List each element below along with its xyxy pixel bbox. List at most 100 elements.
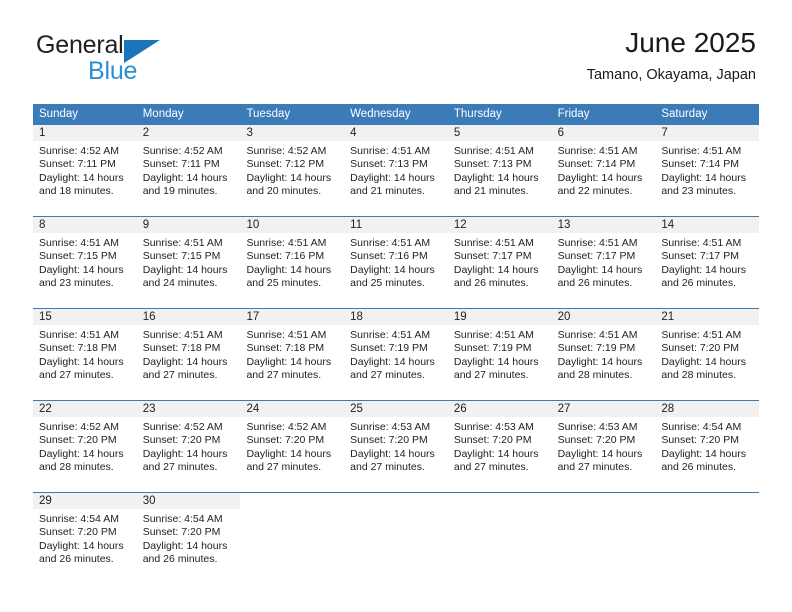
daylight-text-line1: Daylight: 14 hours — [661, 447, 746, 460]
day-cell-15[interactable]: 15 Sunrise: 4:51 AM Sunset: 7:18 PM Dayligh… — [33, 309, 137, 400]
day-cell-30[interactable]: 30 Sunrise: 4:54 AM Sunset: 7:20 PM Dayligh… — [136, 493, 241, 584]
sunset-text: Sunset: 7:18 PM — [142, 342, 221, 355]
sunset-text: Sunset: 7:16 PM — [350, 250, 428, 263]
day-cell-12[interactable]: 12 Sunrise: 4:51 AM Sunset: 7:17 PM Dayligh… — [447, 217, 552, 308]
day-details: Sunrise: 4:51 AM Sunset: 7:18 PM Daylight:… — [137, 325, 241, 383]
sunrise-text: Sunrise: 4:52 AM — [39, 421, 119, 433]
day-details: Sunrise: 4:51 AM Sunset: 7:15 PM Daylight:… — [137, 233, 241, 291]
day-cell-13[interactable]: 13 Sunrise: 4:51 AM Sunset: 7:17 PM Dayligh… — [551, 217, 656, 308]
generalblue-logo[interactable]: General Blue — [36, 31, 236, 87]
daylight-text-line1: Daylight: 14 hours — [350, 263, 435, 276]
daylight-text-line1: Daylight: 14 hours — [453, 263, 539, 276]
day-cell-16[interactable]: 16 Sunrise: 4:51 AM Sunset: 7:18 PM Dayligh… — [136, 309, 241, 400]
day-number: 1 — [33, 125, 137, 141]
sunrise-text: Sunrise: 4:51 AM — [142, 329, 223, 341]
day-details: Sunrise: 4:54 AM Sunset: 7:20 PM Daylight:… — [137, 509, 241, 567]
day-cell-14[interactable]: 14 Sunrise: 4:51 AM Sunset: 7:17 PM Dayligh… — [655, 217, 760, 308]
daylight-text-line1: Daylight: 14 hours — [142, 171, 228, 184]
daylight-text-line2: and 27 minutes. — [246, 369, 322, 382]
day-details: Sunrise: 4:52 AM Sunset: 7:12 PM Daylight:… — [240, 141, 344, 199]
sunset-text: Sunset: 7:20 PM — [142, 434, 221, 447]
daylight-text-line1: Daylight: 14 hours — [350, 355, 435, 368]
day-details: Sunrise: 4:51 AM Sunset: 7:14 PM Daylight:… — [655, 141, 759, 199]
day-cell-empty — [240, 493, 345, 584]
day-number: 25 — [344, 401, 448, 417]
day-number: 8 — [33, 217, 137, 233]
day-cell-25[interactable]: 25 Sunrise: 4:53 AM Sunset: 7:20 PM Dayligh… — [344, 401, 448, 492]
day-details — [448, 509, 552, 513]
day-cell-29[interactable]: 29 Sunrise: 4:54 AM Sunset: 7:20 PM Dayligh… — [33, 493, 137, 584]
day-cell-6[interactable]: 6 Sunrise: 4:51 AM Sunset: 7:14 PM Daylight… — [551, 125, 656, 216]
day-number: 4 — [344, 125, 448, 141]
day-number: 21 — [655, 309, 760, 325]
day-cell-5[interactable]: 5 Sunrise: 4:51 AM Sunset: 7:13 PM Daylight… — [447, 125, 552, 216]
day-cell-28[interactable]: 28 Sunrise: 4:54 AM Sunset: 7:20 PM Dayligh… — [655, 401, 760, 492]
day-cell-26[interactable]: 26 Sunrise: 4:53 AM Sunset: 7:20 PM Dayligh… — [447, 401, 552, 492]
day-details: Sunrise: 4:51 AM Sunset: 7:16 PM Daylight:… — [344, 233, 448, 291]
sunset-text: Sunset: 7:20 PM — [661, 342, 739, 355]
day-cell-11[interactable]: 11 Sunrise: 4:51 AM Sunset: 7:16 PM Dayligh… — [344, 217, 448, 308]
sunrise-text: Sunrise: 4:51 AM — [661, 329, 742, 341]
day-cell-7[interactable]: 7 Sunrise: 4:51 AM Sunset: 7:14 PM Daylight… — [655, 125, 760, 216]
sunset-text: Sunset: 7:15 PM — [39, 250, 117, 263]
logo-text-blue: Blue — [88, 57, 138, 85]
day-cell-empty — [447, 493, 552, 584]
day-details — [240, 509, 344, 513]
daylight-text-line1: Daylight: 14 hours — [246, 171, 332, 184]
sunrise-text: Sunrise: 4:52 AM — [142, 145, 223, 157]
day-number: 23 — [136, 401, 241, 417]
day-details: Sunrise: 4:51 AM Sunset: 7:17 PM Daylight:… — [655, 233, 759, 291]
sunrise-text: Sunrise: 4:51 AM — [453, 237, 534, 249]
daylight-text-line2: and 22 minutes. — [557, 185, 633, 198]
sunset-text: Sunset: 7:20 PM — [39, 434, 117, 447]
day-cell-3[interactable]: 3 Sunrise: 4:52 AM Sunset: 7:12 PM Daylight… — [240, 125, 345, 216]
day-cell-23[interactable]: 23 Sunrise: 4:52 AM Sunset: 7:20 PM Dayligh… — [136, 401, 241, 492]
weekday-header-saturday: Saturday — [661, 108, 708, 120]
sunset-text: Sunset: 7:12 PM — [246, 158, 325, 171]
sunrise-text: Sunrise: 4:51 AM — [661, 145, 742, 157]
sunset-text: Sunset: 7:17 PM — [661, 250, 739, 263]
daylight-text-line2: and 26 minutes. — [557, 277, 633, 290]
day-cell-9[interactable]: 9 Sunrise: 4:51 AM Sunset: 7:15 PM Daylight… — [136, 217, 241, 308]
day-cell-24[interactable]: 24 Sunrise: 4:52 AM Sunset: 7:20 PM Dayligh… — [240, 401, 345, 492]
sunrise-text: Sunrise: 4:52 AM — [39, 145, 119, 157]
day-details: Sunrise: 4:51 AM Sunset: 7:19 PM Daylight:… — [552, 325, 656, 383]
day-cell-22[interactable]: 22 Sunrise: 4:52 AM Sunset: 7:20 PM Dayligh… — [33, 401, 137, 492]
day-details: Sunrise: 4:53 AM Sunset: 7:20 PM Daylight:… — [448, 417, 552, 475]
day-cell-8[interactable]: 8 Sunrise: 4:51 AM Sunset: 7:15 PM Daylight… — [33, 217, 137, 308]
sunrise-text: Sunrise: 4:53 AM — [453, 421, 534, 433]
sunset-text: Sunset: 7:20 PM — [557, 434, 636, 447]
day-cell-1[interactable]: 1 Sunrise: 4:52 AM Sunset: 7:11 PM Daylight… — [33, 125, 137, 216]
daylight-text-line2: and 26 minutes. — [661, 461, 737, 474]
sunrise-text: Sunrise: 4:51 AM — [246, 237, 327, 249]
day-details: Sunrise: 4:51 AM Sunset: 7:14 PM Daylight:… — [552, 141, 656, 199]
day-number: 10 — [240, 217, 345, 233]
day-number: 26 — [447, 401, 552, 417]
sunrise-text: Sunrise: 4:51 AM — [350, 329, 431, 341]
day-details: Sunrise: 4:52 AM Sunset: 7:20 PM Daylight:… — [33, 417, 137, 475]
daylight-text-line1: Daylight: 14 hours — [557, 171, 643, 184]
day-cell-19[interactable]: 19 Sunrise: 4:51 AM Sunset: 7:19 PM Dayligh… — [447, 309, 552, 400]
daylight-text-line1: Daylight: 14 hours — [661, 171, 746, 184]
day-details: Sunrise: 4:52 AM Sunset: 7:11 PM Daylight:… — [33, 141, 137, 199]
day-cell-21[interactable]: 21 Sunrise: 4:51 AM Sunset: 7:20 PM Dayligh… — [655, 309, 760, 400]
calendar-grid: Sunday Monday Tuesday Wednesday Thursday Frid… — [33, 104, 760, 584]
day-cell-18[interactable]: 18 Sunrise: 4:51 AM Sunset: 7:19 PM Dayligh… — [344, 309, 448, 400]
daylight-text-line2: and 23 minutes. — [39, 277, 114, 290]
day-cell-10[interactable]: 10 Sunrise: 4:51 AM Sunset: 7:16 PM Dayligh… — [240, 217, 345, 308]
day-details: Sunrise: 4:51 AM Sunset: 7:18 PM Daylight:… — [33, 325, 137, 383]
sunrise-text: Sunrise: 4:51 AM — [246, 329, 327, 341]
sunset-text: Sunset: 7:14 PM — [557, 158, 636, 171]
day-cell-17[interactable]: 17 Sunrise: 4:51 AM Sunset: 7:18 PM Dayligh… — [240, 309, 345, 400]
daylight-text-line2: and 26 minutes. — [39, 553, 114, 566]
day-number: 29 — [33, 493, 137, 509]
day-number: 3 — [240, 125, 345, 141]
daylight-text-line1: Daylight: 14 hours — [453, 171, 539, 184]
daylight-text-line2: and 27 minutes. — [453, 461, 529, 474]
day-details: Sunrise: 4:51 AM Sunset: 7:17 PM Daylight:… — [448, 233, 552, 291]
day-cell-27[interactable]: 27 Sunrise: 4:53 AM Sunset: 7:20 PM Dayligh… — [551, 401, 656, 492]
daylight-text-line1: Daylight: 14 hours — [453, 355, 539, 368]
day-cell-4[interactable]: 4 Sunrise: 4:51 AM Sunset: 7:13 PM Daylight… — [344, 125, 448, 216]
day-cell-20[interactable]: 20 Sunrise: 4:51 AM Sunset: 7:19 PM Dayligh… — [551, 309, 656, 400]
day-cell-2[interactable]: 2 Sunrise: 4:52 AM Sunset: 7:11 PM Daylight… — [136, 125, 241, 216]
